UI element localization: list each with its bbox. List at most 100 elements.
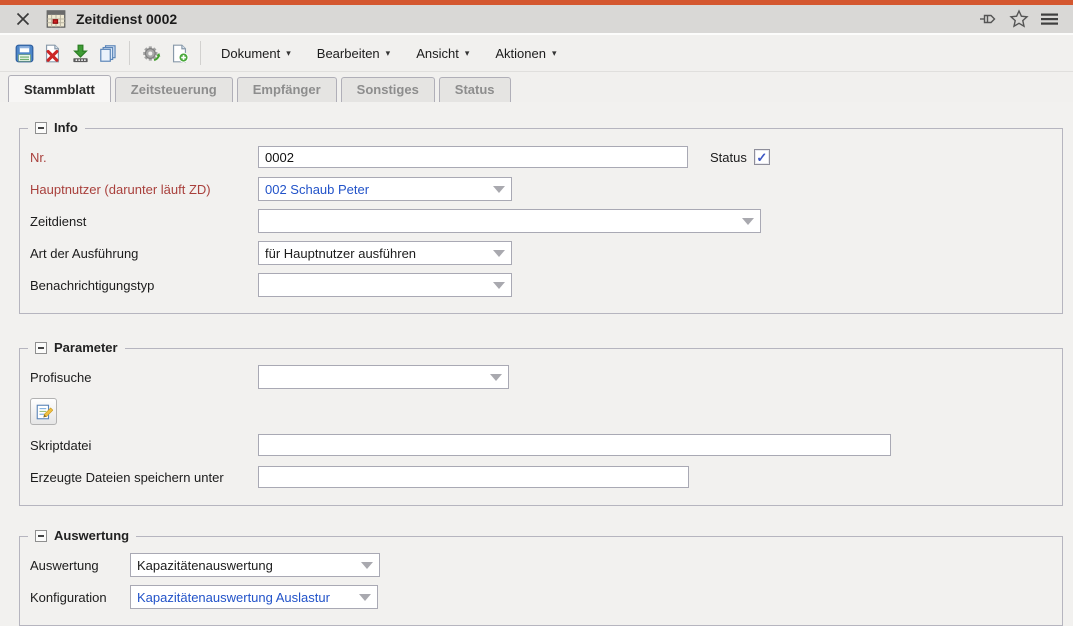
status-checkbox[interactable]: ✓	[754, 149, 770, 165]
copy-icon	[99, 44, 118, 63]
process-button[interactable]	[137, 39, 165, 67]
title-bar: Zeitdienst 0002	[0, 5, 1073, 35]
art-der-ausfuehrung-dropdown[interactable]: für Hauptnutzer ausführen	[258, 241, 512, 265]
new-document-icon	[170, 44, 189, 63]
erzeugte-dateien-input[interactable]	[258, 466, 689, 488]
menu-label: Dokument	[221, 46, 280, 61]
pin-icon	[979, 11, 999, 27]
profisuche-value	[259, 366, 484, 388]
menu-aktionen[interactable]: Aktionen ▾	[482, 40, 569, 67]
profisuche-label: Profisuche	[30, 370, 258, 385]
auswertung-label: Auswertung	[30, 558, 130, 573]
menu-dokument[interactable]: Dokument ▾	[208, 40, 304, 67]
hauptnutzer-label: Hauptnutzer (darunter läuft ZD)	[30, 182, 258, 197]
auswertung-dropdown[interactable]: Kapazitätenauswertung	[130, 553, 380, 577]
favorite-button[interactable]	[1007, 7, 1031, 31]
close-button[interactable]	[12, 8, 34, 30]
delete-button[interactable]	[38, 39, 66, 67]
menu-ansicht[interactable]: Ansicht ▾	[403, 40, 482, 67]
konfiguration-dropdown[interactable]: Kapazitätenauswertung Auslastur	[130, 585, 378, 609]
field-row-konfiguration: Konfiguration Kapazitätenauswertung Ausl…	[30, 585, 1052, 609]
field-row-erzeugte-dateien: Erzeugte Dateien speichern unter	[30, 465, 1052, 489]
field-row-zeitdienst: Zeitdienst	[30, 209, 1052, 233]
field-row-benachrichtigungstyp: Benachrichtigungstyp	[30, 273, 1052, 297]
status-field: Status ✓	[710, 149, 770, 165]
process-gear-icon	[142, 44, 161, 63]
close-icon	[15, 11, 31, 27]
import-icon	[71, 44, 90, 63]
erzeugte-dateien-label: Erzeugte Dateien speichern unter	[30, 470, 258, 485]
tab-sonstiges[interactable]: Sonstiges	[341, 77, 435, 102]
group-info: Info Nr. Status ✓ Hauptnutzer (darunter …	[19, 128, 1063, 314]
field-row-nr: Nr. Status ✓	[30, 145, 1052, 169]
nr-input[interactable]	[258, 146, 688, 168]
zeitdienst-value	[259, 210, 736, 232]
dropdown-arrow-icon	[484, 366, 508, 388]
art-der-ausfuehrung-label: Art der Ausführung	[30, 246, 258, 261]
konfiguration-value: Kapazitätenauswertung Auslastur	[131, 586, 353, 608]
hamburger-icon	[1040, 11, 1059, 27]
copy-button[interactable]	[94, 39, 122, 67]
field-row-hauptnutzer: Hauptnutzer (darunter läuft ZD) 002 Scha…	[30, 177, 1052, 201]
status-label: Status	[710, 150, 747, 165]
tab-zeitsteuerung[interactable]: Zeitsteuerung	[115, 77, 233, 102]
group-title: Auswertung	[54, 528, 129, 543]
toolbar-separator	[129, 41, 130, 65]
dropdown-arrow-icon	[487, 274, 511, 296]
pin-button[interactable]	[977, 7, 1001, 31]
chevron-down-icon: ▾	[286, 49, 291, 58]
tab-empfaenger[interactable]: Empfänger	[237, 77, 337, 102]
tab-stammblatt[interactable]: Stammblatt	[8, 75, 111, 102]
dropdown-arrow-icon	[355, 554, 379, 576]
field-row-art: Art der Ausführung für Hauptnutzer ausfü…	[30, 241, 1052, 265]
field-row-skriptdatei: Skriptdatei	[30, 433, 1052, 457]
menu-bearbeiten[interactable]: Bearbeiten ▾	[304, 40, 403, 67]
dropdown-arrow-icon	[487, 178, 511, 200]
chevron-down-icon: ▾	[465, 49, 470, 58]
zeitdienst-dropdown[interactable]	[258, 209, 761, 233]
collapse-toggle[interactable]	[35, 530, 47, 542]
star-icon	[1009, 9, 1029, 29]
benachrichtigungstyp-dropdown[interactable]	[258, 273, 512, 297]
group-info-legend: Info	[28, 120, 85, 135]
dropdown-arrow-icon	[353, 586, 377, 608]
save-button[interactable]	[10, 39, 38, 67]
hauptnutzer-value: 002 Schaub Peter	[259, 178, 487, 200]
skriptdatei-input[interactable]	[258, 434, 891, 456]
collapse-toggle[interactable]	[35, 122, 47, 134]
minus-icon	[38, 347, 44, 349]
dropdown-arrow-icon	[487, 242, 511, 264]
menu-label: Ansicht	[416, 46, 459, 61]
dropdown-arrow-icon	[736, 210, 760, 232]
menu-label: Bearbeiten	[317, 46, 380, 61]
konfiguration-label: Konfiguration	[30, 590, 130, 605]
nr-label: Nr.	[30, 150, 258, 165]
toolbar: Dokument ▾ Bearbeiten ▾ Ansicht ▾ Aktion…	[0, 35, 1073, 72]
chevron-down-icon: ▾	[386, 49, 391, 58]
tab-bar: Stammblatt Zeitsteuerung Empfänger Sonst…	[0, 72, 1073, 102]
auswertung-value: Kapazitätenauswertung	[131, 554, 355, 576]
edit-profisuche-button[interactable]	[30, 398, 57, 425]
window-menu-button[interactable]	[1037, 7, 1061, 31]
import-button[interactable]	[66, 39, 94, 67]
form-content: Info Nr. Status ✓ Hauptnutzer (darunter …	[0, 102, 1073, 608]
minus-icon	[38, 127, 44, 129]
group-auswertung: Auswertung Auswertung Kapazitätenauswert…	[19, 536, 1063, 626]
group-auswertung-legend: Auswertung	[28, 528, 136, 543]
zeitdienst-calendar-icon	[46, 9, 66, 29]
tab-status[interactable]: Status	[439, 77, 511, 102]
group-title: Parameter	[54, 340, 118, 355]
edit-document-icon	[35, 403, 53, 421]
benachrichtigungstyp-label: Benachrichtigungstyp	[30, 278, 258, 293]
field-row-auswertung: Auswertung Kapazitätenauswertung	[30, 553, 1052, 577]
profisuche-dropdown[interactable]	[258, 365, 509, 389]
app-window: Zeitdienst 0002	[0, 0, 1073, 608]
collapse-toggle[interactable]	[35, 342, 47, 354]
new-document-button[interactable]	[165, 39, 193, 67]
toolbar-separator	[200, 41, 201, 65]
field-row-edit-button	[30, 397, 1052, 425]
hauptnutzer-dropdown[interactable]: 002 Schaub Peter	[258, 177, 512, 201]
art-der-ausfuehrung-value: für Hauptnutzer ausführen	[259, 242, 487, 264]
delete-document-icon	[43, 44, 62, 63]
group-parameter-legend: Parameter	[28, 340, 125, 355]
